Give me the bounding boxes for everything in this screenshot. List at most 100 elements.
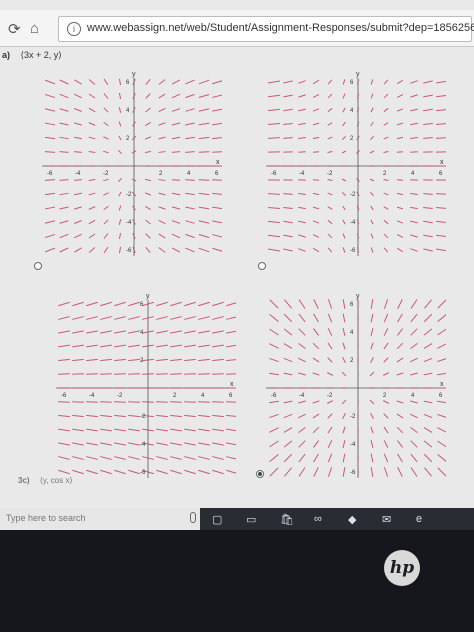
field-arrow — [298, 313, 306, 323]
field-arrow — [128, 401, 140, 403]
vector-field-svg: x y -6 -4 -2 2 4 6 6 4 2 -2 -4 -6 — [266, 293, 446, 478]
field-arrow — [170, 301, 182, 307]
field-arrow — [342, 328, 346, 336]
field-arrow — [423, 343, 433, 349]
y-tick-label: -4 — [350, 220, 356, 226]
infinity-app-icon[interactable]: ∞ — [314, 513, 326, 525]
address-bar[interactable]: i www.webassign.net/web/Student/Assignme… — [58, 16, 474, 42]
field-arrow — [437, 413, 446, 418]
field-arrow — [72, 301, 84, 307]
field-arrow — [226, 302, 236, 307]
field-arrow — [74, 233, 82, 239]
x-tick-label: -4 — [75, 171, 81, 177]
field-arrow — [128, 428, 140, 432]
field-arrow — [170, 401, 182, 403]
microphone-icon[interactable] — [190, 512, 196, 523]
field-arrow — [327, 219, 333, 225]
field-arrow — [212, 108, 222, 112]
field-arrow — [198, 442, 210, 446]
field-arrow — [342, 467, 346, 477]
field-arrow — [88, 206, 96, 210]
y-axis-label: y — [146, 293, 150, 300]
field-arrow — [283, 193, 293, 195]
field-arrow — [212, 234, 222, 238]
field-arrow — [410, 328, 418, 336]
field-arrow — [410, 413, 418, 419]
field-arrow — [74, 151, 82, 153]
edge-icon[interactable]: e — [416, 513, 428, 525]
field-arrow — [268, 207, 280, 209]
field-arrow — [74, 192, 82, 196]
field-arrow — [383, 453, 389, 463]
field-arrow — [396, 426, 404, 434]
monitor-screen: ⟳ ⌂ i www.webassign.net/web/Student/Assi… — [0, 0, 474, 530]
field-arrow — [370, 440, 374, 448]
field-arrow — [383, 93, 389, 99]
field-arrow — [396, 372, 404, 376]
field-arrow — [114, 401, 126, 403]
field-arrow — [410, 453, 418, 463]
field-arrow — [423, 313, 433, 323]
option-radio-top-right[interactable] — [258, 262, 266, 270]
field-arrow — [74, 179, 82, 181]
field-arrow — [423, 122, 433, 126]
file-explorer-icon[interactable]: ▭ — [246, 513, 258, 526]
field-arrow — [103, 205, 109, 211]
field-arrow — [145, 93, 151, 99]
field-arrow — [114, 442, 126, 446]
task-view-icon[interactable]: ▢ — [212, 513, 224, 526]
home-icon[interactable]: ⌂ — [30, 20, 39, 37]
field-arrow — [171, 79, 181, 85]
field-arrow — [100, 344, 112, 348]
option-radio-top-left[interactable] — [34, 262, 42, 270]
field-arrow — [341, 399, 347, 405]
info-icon[interactable]: i — [67, 22, 81, 36]
option-radio-bottom-right[interactable] — [256, 470, 264, 478]
field-arrow — [327, 93, 333, 99]
field-arrow — [171, 233, 181, 239]
field-arrow — [198, 179, 210, 181]
field-arrow — [383, 122, 389, 126]
field-arrow — [86, 373, 98, 375]
y-tick-label: 2 — [350, 358, 354, 364]
field-arrow — [226, 442, 236, 446]
field-arrow — [86, 358, 98, 362]
field-arrow — [313, 299, 319, 309]
field-arrow — [114, 330, 126, 334]
field-arrow — [170, 330, 182, 334]
field-arrow — [184, 330, 196, 334]
field-arrow — [59, 122, 69, 126]
field-arrow — [88, 122, 96, 126]
dropbox-icon[interactable]: ◆ — [348, 513, 360, 526]
field-arrow — [370, 233, 374, 239]
field-arrow — [383, 179, 389, 181]
x-tick-label: 2 — [173, 393, 177, 399]
field-arrow — [72, 330, 84, 334]
field-arrow — [370, 93, 374, 99]
field-arrow — [86, 330, 98, 334]
field-arrow — [198, 151, 210, 153]
field-arrow — [185, 93, 195, 99]
field-arrow — [198, 316, 210, 320]
taskbar-search[interactable]: Type here to search — [0, 508, 200, 530]
field-arrow — [370, 413, 374, 419]
field-arrow — [435, 248, 446, 252]
field-arrow — [170, 373, 182, 375]
field-arrow — [298, 80, 306, 84]
field-arrow — [198, 220, 210, 224]
field-arrow — [114, 316, 126, 320]
refresh-icon[interactable]: ⟳ — [8, 20, 21, 38]
field-arrow — [269, 467, 279, 477]
field-arrow — [383, 247, 389, 253]
field-arrow — [437, 328, 446, 336]
field-arrow — [118, 246, 122, 254]
field-arrow — [118, 219, 122, 225]
store-icon[interactable]: 🛍 — [280, 513, 294, 526]
field-arrow — [383, 357, 389, 363]
field-arrow — [327, 467, 333, 477]
mail-icon[interactable]: ✉ — [382, 513, 394, 526]
field-arrow — [298, 328, 306, 336]
field-arrow — [59, 233, 69, 239]
x-axis-label: x — [216, 159, 220, 166]
field-arrow — [312, 426, 320, 434]
